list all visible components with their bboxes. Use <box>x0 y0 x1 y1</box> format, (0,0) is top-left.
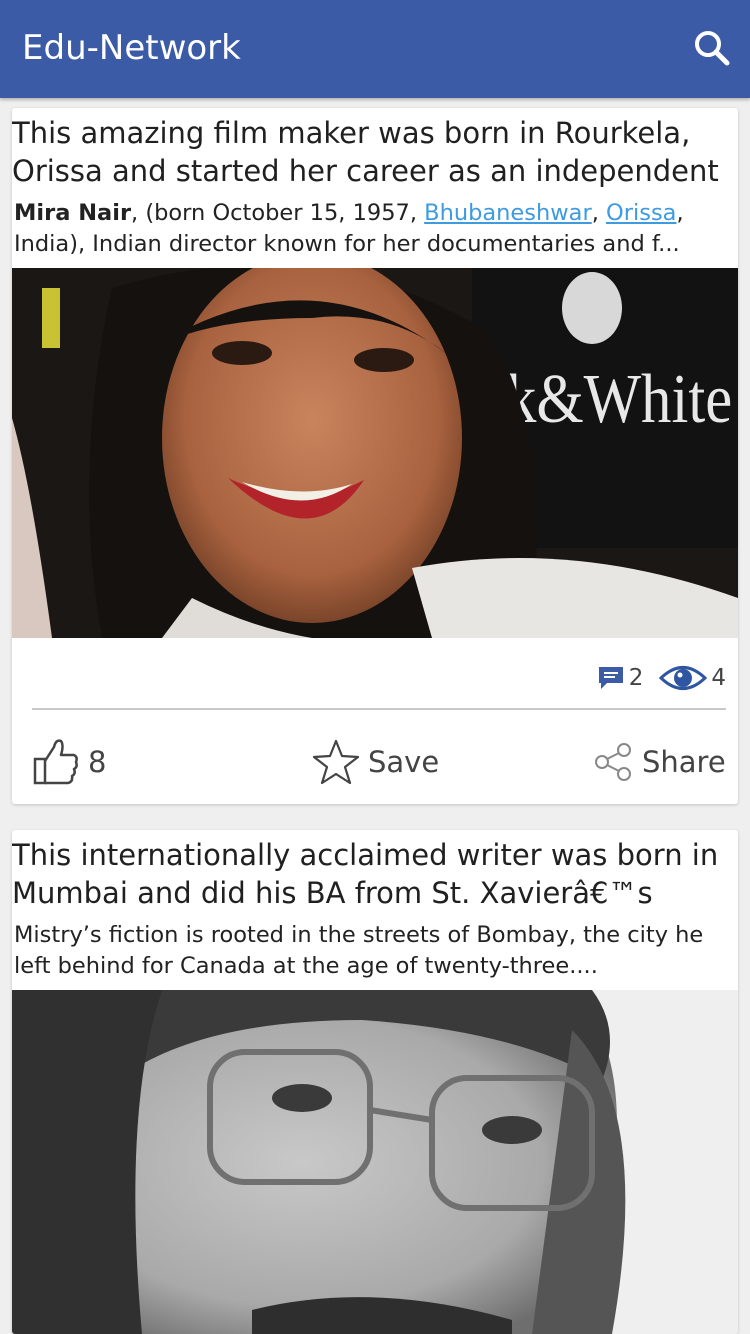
share-icon <box>595 743 631 781</box>
search-icon <box>695 31 730 66</box>
post-title[interactable]: This internationally acclaimed writer wa… <box>12 836 736 914</box>
svg-text:k&White: k&White <box>506 360 732 438</box>
eye-icon[interactable] <box>659 663 708 693</box>
thumbs-up-icon <box>33 739 78 785</box>
post-photo[interactable]: k&White <box>12 268 738 638</box>
app-title: Edu-Network <box>22 28 241 68</box>
divider <box>32 708 726 710</box>
excerpt-name: Mira Nair <box>14 200 132 226</box>
comment-count: 2 <box>628 665 644 691</box>
view-count: 4 <box>711 665 726 691</box>
post-stats: 2 4 <box>597 660 726 696</box>
post-excerpt: Mistry’s fiction is rooted in the street… <box>14 922 704 979</box>
excerpt-link-bhubaneshwar[interactable]: Bhubaneshwar <box>424 200 592 226</box>
like-count: 8 <box>88 745 107 779</box>
app-bar: Edu-Network <box>0 0 750 98</box>
search-button[interactable] <box>690 26 734 70</box>
post-excerpt: Mira Nair, (born October 15, 1957, Bhuba… <box>14 198 734 262</box>
star-icon <box>312 739 360 785</box>
share-button[interactable]: Share <box>594 734 726 790</box>
post-title[interactable]: This amazing film maker was born in Rour… <box>12 114 736 192</box>
excerpt-link-orissa[interactable]: Orissa <box>606 200 676 226</box>
comment-icon[interactable] <box>597 665 625 691</box>
excerpt-separator: , <box>591 200 607 226</box>
post-card[interactable]: This amazing film maker was born in Rour… <box>12 108 738 804</box>
share-label: Share <box>642 745 726 779</box>
excerpt-text: , (born October 15, 1957, <box>131 200 425 226</box>
post-card[interactable]: This internationally acclaimed writer wa… <box>12 830 738 1334</box>
save-label: Save <box>368 745 440 779</box>
post-photo[interactable] <box>12 990 738 1334</box>
like-button[interactable]: 8 <box>32 734 106 790</box>
save-button[interactable]: Save <box>312 734 439 790</box>
